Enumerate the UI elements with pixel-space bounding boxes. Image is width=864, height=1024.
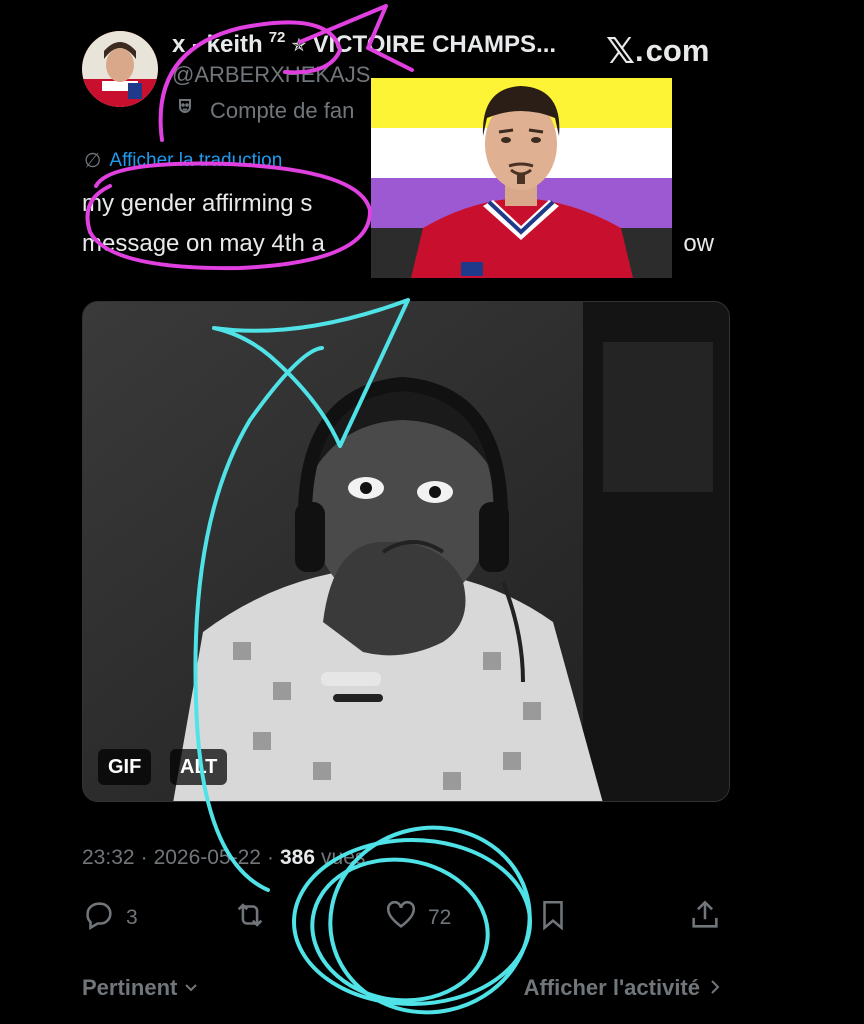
theater-masks-icon (176, 96, 200, 126)
tweet-date: 2026-05-22 (153, 846, 261, 869)
chevron-down-icon (183, 975, 199, 1001)
view-activity-link[interactable]: Afficher l'activité (524, 975, 722, 1001)
name-superscript: 72 (268, 28, 286, 46)
like-count: 72 (428, 906, 452, 929)
fan-account-label: Compte de fan (176, 96, 354, 126)
avatar[interactable] (82, 31, 158, 107)
reply-icon (82, 898, 116, 938)
gif-badge: GIF (98, 749, 152, 785)
reply-count: 3 (126, 906, 138, 929)
translate-label: Afficher la traduction (109, 149, 283, 171)
display-name-row[interactable]: x - keith 72 ✯ VICTOIRE CHAMPS... (172, 28, 557, 60)
activity-label: Afficher l'activité (523, 975, 700, 1000)
x-logo-icon: 𝕏 (606, 30, 635, 71)
repost-button[interactable] (233, 896, 267, 940)
views-label: vues (321, 846, 366, 869)
share-icon (688, 898, 722, 938)
display-name-suffix: VICTOIRE CHAMPS... (312, 31, 557, 58)
x-logo-watermark: 𝕏 . com (606, 30, 710, 71)
tweet-time: 23:32 (82, 846, 135, 869)
share-button[interactable] (688, 896, 722, 940)
repost-icon (233, 898, 267, 938)
like-button[interactable]: 72 (384, 896, 451, 940)
sort-label: Pertinent (82, 975, 178, 1000)
pride-flag-overlay-image (371, 78, 672, 278)
alt-badge[interactable]: ALT (170, 749, 228, 785)
views-count: 386 (279, 846, 316, 869)
site-logo-text: com (645, 33, 710, 68)
tweet-detail-screen: x - keith 72 ✯ VICTOIRE CHAMPS... 𝕏 . com… (0, 0, 864, 1024)
bookmark-icon (536, 898, 570, 938)
tweet-line-2-right: ow (683, 230, 714, 257)
reply-button[interactable]: 3 (82, 896, 138, 940)
tweet-line-2-left: message on may 4th a (82, 230, 325, 257)
heart-icon (384, 898, 418, 938)
account-label-text: Compte de fan (210, 98, 355, 123)
globe-slash-icon: ∅ (84, 150, 102, 172)
star-icon: ✯ (291, 34, 307, 55)
user-handle[interactable]: @ARBERXHEKAJS (172, 62, 370, 88)
chevron-right-icon (708, 975, 722, 1001)
tweet-media-gif[interactable] (82, 301, 730, 802)
translate-link[interactable]: ∅ Afficher la traduction (84, 148, 282, 173)
tweet-meta: 23:32 · 2026-05-22 · 386 vues (82, 846, 366, 869)
display-name: x - keith (172, 31, 263, 58)
bookmark-button[interactable] (536, 896, 570, 940)
sort-dropdown[interactable]: Pertinent (82, 975, 199, 1001)
